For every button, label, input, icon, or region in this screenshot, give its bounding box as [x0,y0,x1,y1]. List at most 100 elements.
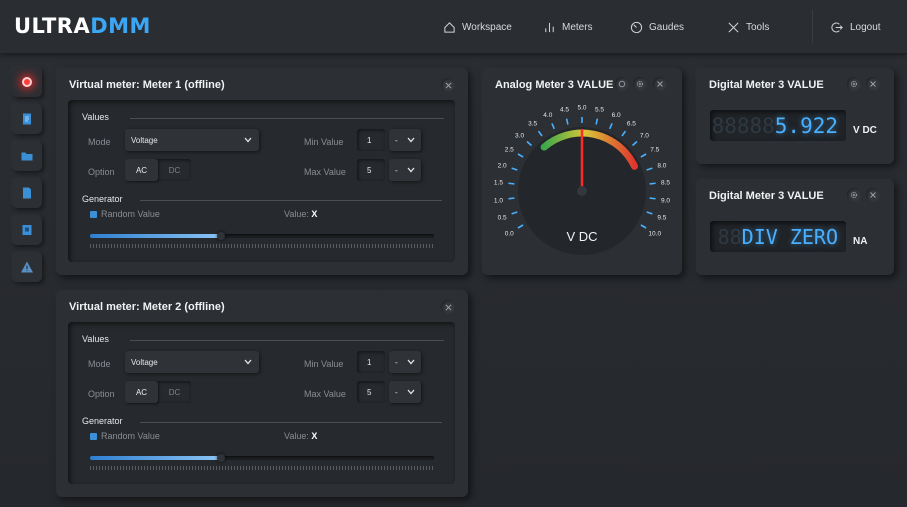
meter2-mode-select[interactable]: Voltage [125,351,259,373]
gauge-tick [511,211,518,215]
gauge-tick [551,123,556,130]
logout-icon [831,22,843,32]
gauge-scale-label: 4.0 [543,112,552,119]
digital2-reading: DIV ZERO [741,224,838,249]
digital2-ghost-digits: 88 [717,224,742,249]
meter1-min-spinner[interactable]: - [389,129,421,151]
meter1-close-button[interactable] [441,78,455,92]
meter1-mode-value: Voltage [131,135,158,145]
meter1-slider-knob[interactable] [216,232,225,240]
divider [140,422,442,423]
meter2-value-readout: Value: X [284,431,317,441]
meter1-min-spin-label: - [395,135,398,145]
meter2-max-spin-label: - [395,387,398,397]
close-icon [657,81,663,87]
meter2-value-label: Value: [284,431,309,441]
nav-workspace[interactable]: Workspace [443,19,512,35]
gauge-tick [517,224,524,229]
close-icon [870,81,876,87]
meter2-mode-label: Mode [88,359,111,369]
gauge-tick [621,130,627,137]
gauge-scale-label: 2.0 [498,163,507,170]
digital2-close-button[interactable] [866,188,880,202]
record-icon [22,77,32,87]
meter1-min-label: Min Value [304,137,344,147]
nav-divider [812,10,813,43]
digital1-close-button[interactable] [866,77,880,91]
chevron-down-icon [407,167,415,173]
gauge-tick [631,140,638,147]
sidebar-document-button[interactable] [12,104,42,134]
gauge-tick [649,197,656,200]
meter1-random-checkbox[interactable] [90,211,97,218]
meter1-mode-select[interactable]: Voltage [125,129,259,151]
meter1-max-label: Max Value [304,167,346,177]
analog-power-button[interactable] [615,77,629,91]
gauge-unit-label: V DC [566,229,597,244]
meter2-option-ac[interactable]: AC [125,381,158,403]
meter2-close-button[interactable] [441,300,455,314]
meter1-option-toggle: AC DC [125,159,191,181]
meter2-slider-knob[interactable] [216,454,225,462]
divider [140,200,442,201]
meter1-option-dc[interactable]: DC [158,159,191,181]
meter1-max-input[interactable]: 5 [357,159,385,181]
digital2-title: Digital Meter 3 VALUE [709,190,824,202]
gauge-scale-label: 3.0 [515,132,524,139]
gauge-scale-label: 6.5 [627,121,636,128]
meter1-option-ac[interactable]: AC [125,159,158,181]
logout-label: Logout [850,21,881,33]
analog-close-button[interactable] [653,77,667,91]
meter2-max-input[interactable]: 5 [357,381,385,403]
sidebar-device-button[interactable] [12,215,42,245]
sidebar-record-button[interactable] [12,67,42,97]
analog-gauge: 0.0 0.5 1.0 1.5 2.0 2.5 3.0 3.5 4.0 4.5 5.0 5.5 6.0 6… [494,105,670,255]
sidebar-folder-button[interactable] [12,141,42,171]
gauge-tick [640,153,647,158]
gauge-tick [649,182,656,185]
meter1-slider-ticks [90,244,434,248]
gauge-scale-label: 9.5 [657,214,666,221]
meter1-min-input[interactable]: 1 [357,129,385,151]
warning-icon [21,261,33,273]
gauge-tick [511,167,518,171]
sidebar-warning-button[interactable] [12,252,42,282]
analog-title: Analog Meter 3 VALUE [495,79,614,91]
gauge-tick [595,118,599,125]
gauge-tick [508,197,515,200]
gauge-scale-label: 10.0 [648,231,661,238]
meter1-random-label: Random Value [101,209,160,219]
meter1-title: Virtual meter: Meter 1 (offline) [69,79,225,91]
meter2-max-spinner[interactable]: - [389,381,421,403]
meter2-option-toggle: AC DC [125,381,191,403]
meter2-title: Virtual meter: Meter 2 (offline) [69,301,225,313]
chevron-down-icon [407,359,415,365]
close-icon [870,192,876,198]
nav-meters[interactable]: Meters [543,19,593,35]
meter1-value-label: Value: [284,209,309,219]
sidebar-file-button[interactable] [12,178,42,208]
meter2-option-label: Option [88,389,115,399]
meter1-slider-fill [90,234,221,238]
device-icon [22,225,32,235]
meter1-panel: Virtual meter: Meter 1 (offline) Values … [56,68,468,275]
meter2-min-spinner[interactable]: - [389,351,421,373]
digital2-settings-button[interactable] [847,188,861,202]
document-icon [23,113,31,125]
meter1-max-spinner[interactable]: - [389,159,421,181]
logout-button[interactable]: Logout [831,19,881,35]
digital1-title: Digital Meter 3 VALUE [709,79,824,91]
meter2-option-dc[interactable]: DC [158,381,191,403]
meter1-value-text: X [311,209,318,219]
meter2-min-input[interactable]: 1 [357,351,385,373]
meter2-random-checkbox[interactable] [90,433,97,440]
folder-icon [21,152,33,161]
nav-tools[interactable]: Tools [727,19,769,35]
nav-gaudes[interactable]: Gaudes [630,19,684,35]
gauge-scale-label: 8.5 [661,180,670,187]
app-logo: ULTRADMM [14,14,151,38]
analog-settings-button[interactable] [633,77,647,91]
digital1-settings-button[interactable] [847,77,861,91]
meter1-values-label: Values [82,112,109,122]
gauge-tick [608,123,613,130]
